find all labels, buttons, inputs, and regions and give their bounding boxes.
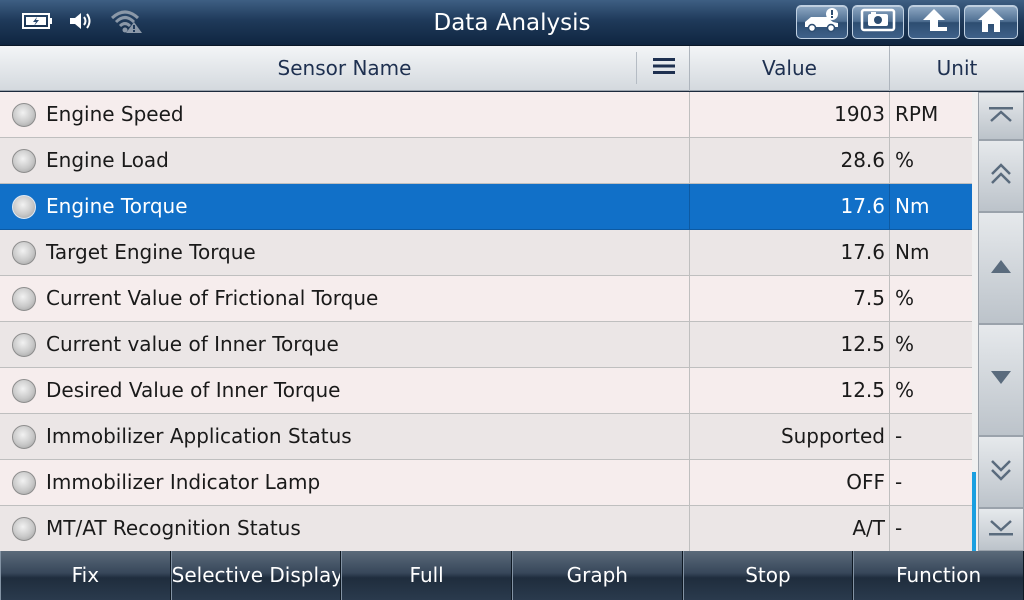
- page-down-button[interactable]: [978, 436, 1024, 508]
- sensor-unit: RPM: [895, 102, 939, 126]
- radio-button[interactable]: [12, 333, 36, 357]
- sensor-unit: Nm: [895, 240, 930, 264]
- sensor-value: A/T: [852, 516, 885, 540]
- page-up-icon: [989, 162, 1013, 190]
- table-row[interactable]: MT/AT Recognition Status A/T -: [0, 506, 972, 551]
- column-header-unit[interactable]: Unit: [890, 46, 1024, 91]
- sensor-value: OFF: [846, 470, 885, 494]
- column-header-value[interactable]: Value: [690, 46, 890, 91]
- scroll-bottom-icon: [988, 519, 1014, 541]
- sensor-name: Engine Load: [46, 148, 169, 172]
- line-up-button[interactable]: [978, 212, 1024, 324]
- column-menu-button[interactable]: [636, 52, 690, 84]
- line-down-button[interactable]: [978, 324, 1024, 436]
- vehicle-info-button[interactable]: [796, 5, 848, 39]
- sensor-unit: %: [895, 332, 915, 356]
- radio-button[interactable]: [12, 471, 36, 495]
- back-button[interactable]: [908, 5, 960, 39]
- fix-button[interactable]: Fix: [0, 551, 171, 600]
- scroll-bottom-button[interactable]: [978, 508, 1024, 551]
- line-down-icon: [990, 370, 1012, 390]
- radio-button[interactable]: [12, 241, 36, 265]
- table-row-selected[interactable]: Engine Torque 17.6 Nm: [0, 184, 972, 230]
- hamburger-menu-icon: [652, 57, 676, 79]
- sensor-unit: -: [895, 470, 903, 494]
- stop-button[interactable]: Stop: [682, 551, 854, 600]
- title-bar: Data Analysis: [0, 0, 1024, 46]
- sensor-value: 12.5: [840, 378, 885, 402]
- sensor-name: MT/AT Recognition Status: [46, 516, 301, 540]
- sensor-unit: %: [895, 378, 915, 402]
- table-header: Sensor Name Value Unit: [0, 46, 1024, 91]
- sensor-name: Desired Value of Inner Torque: [46, 378, 341, 402]
- home-icon: [976, 6, 1006, 38]
- back-icon: [919, 7, 949, 37]
- table-row[interactable]: Immobilizer Application Status Supported…: [0, 414, 972, 460]
- radio-button[interactable]: [12, 195, 36, 219]
- radio-button[interactable]: [12, 103, 36, 127]
- table-row[interactable]: Current value of Inner Torque 12.5 %: [0, 322, 972, 368]
- sensor-name: Engine Speed: [46, 102, 184, 126]
- radio-button[interactable]: [12, 379, 36, 403]
- sensor-value: 17.6: [840, 240, 885, 264]
- screenshot-icon: [860, 7, 896, 37]
- sensor-unit: Nm: [895, 194, 930, 218]
- vehicle-info-icon: [802, 7, 842, 37]
- toolbar-buttons: [796, 5, 1018, 39]
- scroll-thumb[interactable]: [972, 472, 976, 551]
- sensor-value: 7.5: [853, 286, 885, 310]
- graph-button[interactable]: Graph: [511, 551, 683, 600]
- screenshot-button[interactable]: [852, 5, 904, 39]
- column-header-sensor-name[interactable]: Sensor Name: [0, 46, 690, 91]
- radio-button[interactable]: [12, 425, 36, 449]
- sensor-table: Engine Speed 1903 RPM Engine Load 28.6 %…: [0, 92, 972, 551]
- sensor-unit: %: [895, 286, 915, 310]
- table-row[interactable]: Engine Load 28.6 %: [0, 138, 972, 184]
- sensor-name: Immobilizer Application Status: [46, 424, 352, 448]
- table-row[interactable]: Current Value of Frictional Torque 7.5 %: [0, 276, 972, 322]
- sensor-unit: -: [895, 516, 903, 540]
- table-row[interactable]: Engine Speed 1903 RPM: [0, 92, 972, 138]
- function-button[interactable]: Function: [853, 551, 1024, 600]
- bottom-toolbar: Fix Selective Display Full Graph Stop Fu…: [0, 551, 1024, 600]
- radio-button[interactable]: [12, 287, 36, 311]
- home-button[interactable]: [964, 5, 1018, 39]
- table-row[interactable]: Target Engine Torque 17.6 Nm: [0, 230, 972, 276]
- sensor-name: Target Engine Torque: [46, 240, 256, 264]
- radio-button[interactable]: [12, 517, 36, 541]
- scroll-top-button[interactable]: [978, 92, 1024, 140]
- sensor-name: Engine Torque: [46, 194, 188, 218]
- sensor-value: 12.5: [840, 332, 885, 356]
- full-button[interactable]: Full: [341, 551, 512, 600]
- sensor-name: Current value of Inner Torque: [46, 332, 339, 356]
- sensor-value: 17.6: [840, 194, 885, 218]
- scroll-button-panel: [978, 92, 1024, 551]
- sensor-unit: %: [895, 148, 915, 172]
- sensor-name: Immobilizer Indicator Lamp: [46, 470, 321, 494]
- radio-button[interactable]: [12, 149, 36, 173]
- sensor-value: Supported: [780, 424, 885, 448]
- scroll-top-icon: [988, 105, 1014, 127]
- table-row[interactable]: Desired Value of Inner Torque 12.5 %: [0, 368, 972, 414]
- line-up-icon: [990, 258, 1012, 278]
- sensor-name: Current Value of Frictional Torque: [46, 286, 379, 310]
- table-row[interactable]: Immobilizer Indicator Lamp OFF -: [0, 460, 972, 506]
- page-down-icon: [989, 458, 1013, 486]
- sensor-unit: -: [895, 424, 903, 448]
- selective-display-button[interactable]: Selective Display: [170, 551, 342, 600]
- sensor-value: 28.6: [840, 148, 885, 172]
- sensor-value: 1903: [834, 102, 885, 126]
- page-up-button[interactable]: [978, 140, 1024, 212]
